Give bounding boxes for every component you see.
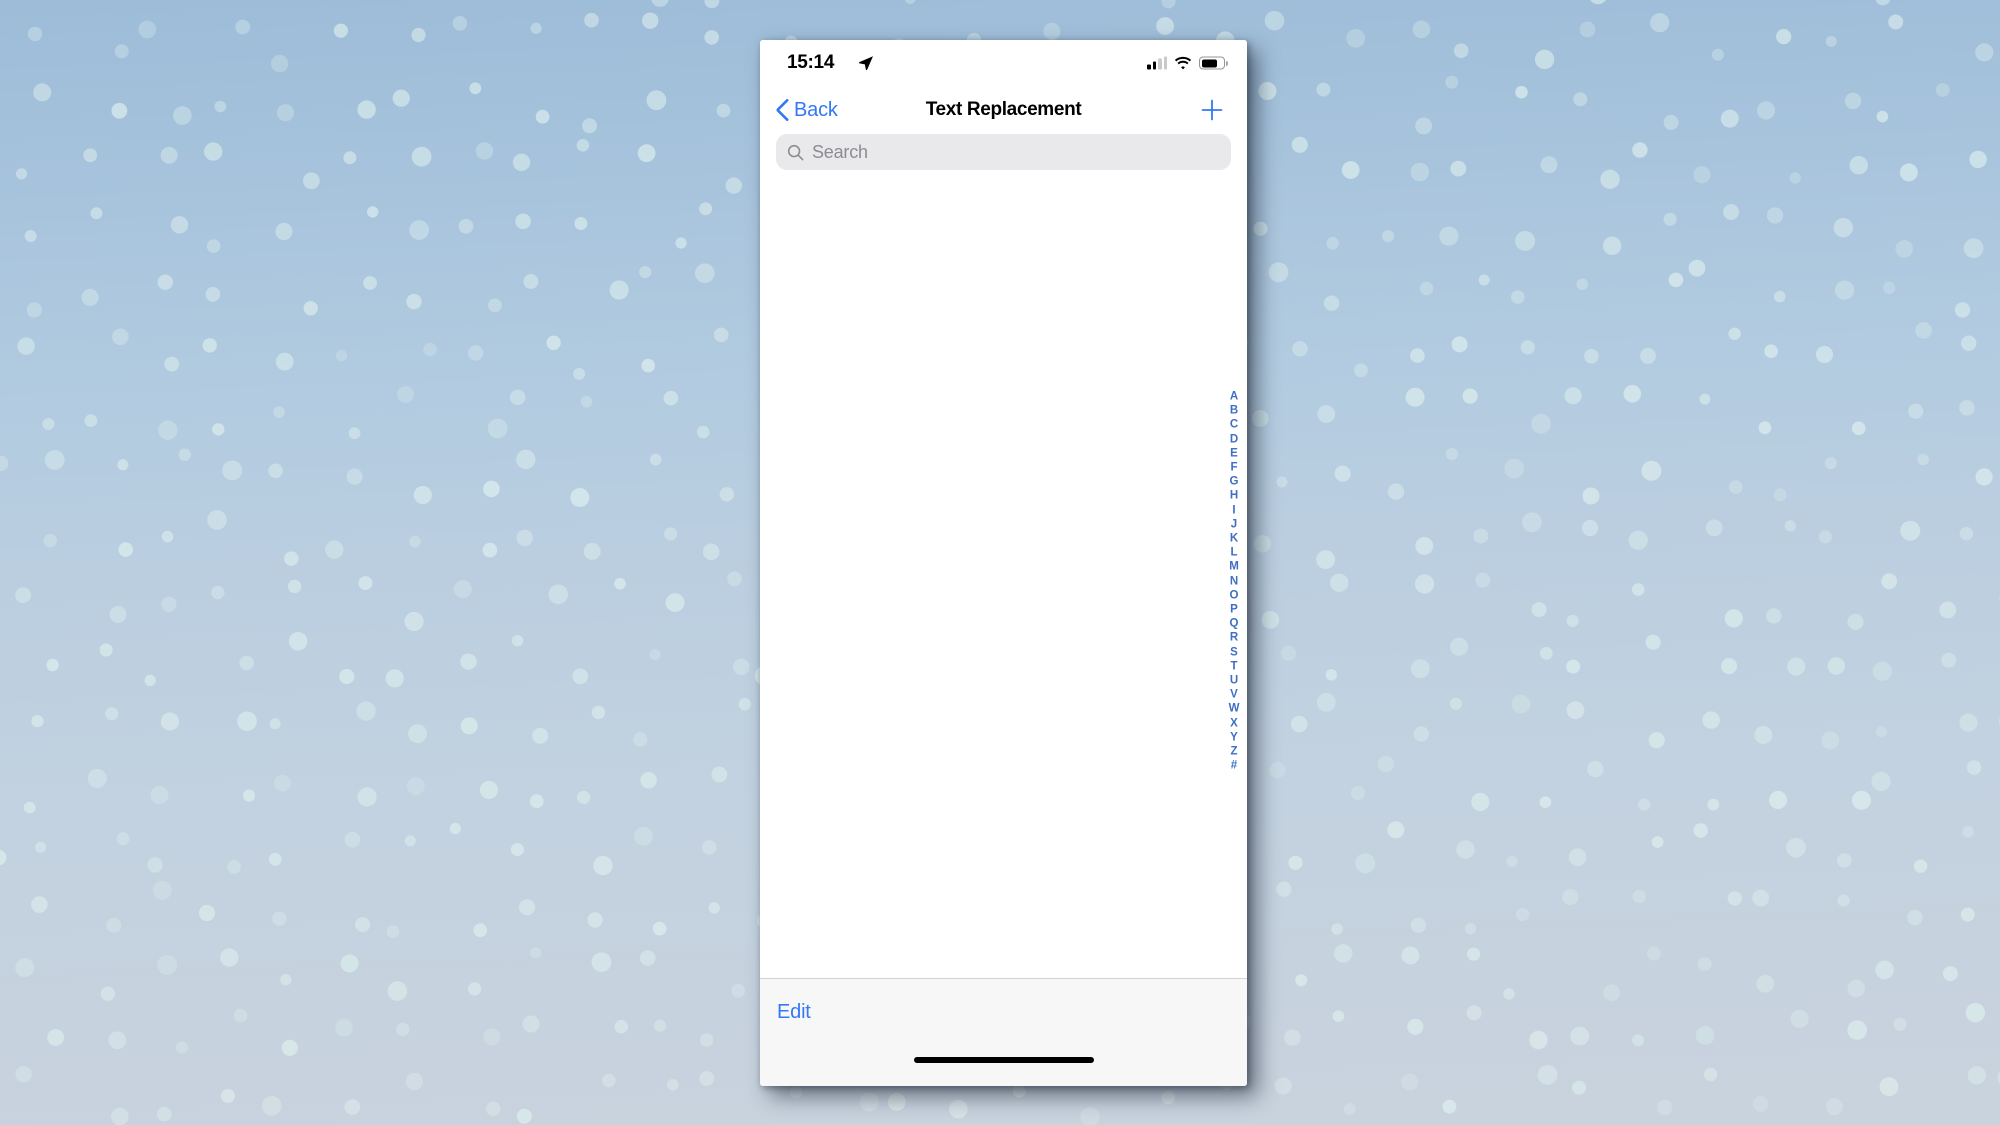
section-index-letter[interactable]: Y — [1227, 730, 1241, 744]
section-index-letter[interactable]: Z — [1227, 744, 1241, 758]
status-bar: 15:14 — [760, 40, 1247, 86]
plus-icon — [1201, 99, 1223, 121]
section-index-letter[interactable]: E — [1227, 446, 1241, 460]
back-button-label: Back — [794, 98, 838, 121]
section-index-letter[interactable]: U — [1227, 673, 1241, 687]
location-arrow-icon — [859, 56, 873, 71]
search-bar-container: Search — [760, 134, 1247, 184]
section-index-letter[interactable]: Q — [1227, 617, 1241, 631]
phone-screen: 15:14 Back Text Replacement Search A B C… — [760, 40, 1247, 1086]
section-index-letter[interactable]: X — [1227, 716, 1241, 730]
home-indicator[interactable] — [913, 1057, 1094, 1063]
search-placeholder: Search — [812, 141, 868, 162]
wifi-icon — [1174, 56, 1192, 70]
navigation-bar: Back Text Replacement — [760, 86, 1247, 134]
section-index-letter[interactable]: L — [1227, 545, 1241, 559]
text-replacement-list: A B C D E F G H I J K L M N O P Q R S T U V W X Y Z # — [760, 184, 1247, 978]
status-bar-indicators — [1147, 56, 1225, 70]
section-index-letter[interactable]: W — [1227, 702, 1241, 716]
section-index-scrubber[interactable]: A B C D E F G H I J K L M N O P Q R S T U V W X Y Z # — [1227, 389, 1241, 772]
bottom-toolbar: Edit — [760, 978, 1247, 1046]
section-index-letter[interactable]: I — [1227, 503, 1241, 517]
section-index-letter[interactable]: N — [1227, 574, 1241, 588]
section-index-letter[interactable]: C — [1227, 418, 1241, 432]
section-index-letter[interactable]: M — [1227, 560, 1241, 574]
home-indicator-area — [760, 1046, 1247, 1086]
section-index-letter[interactable]: V — [1227, 688, 1241, 702]
section-index-letter[interactable]: O — [1227, 588, 1241, 602]
chevron-left-icon — [776, 99, 789, 121]
edit-button[interactable]: Edit — [777, 1001, 811, 1024]
section-index-letter[interactable]: A — [1227, 389, 1241, 403]
section-index-letter[interactable]: R — [1227, 631, 1241, 645]
section-index-letter[interactable]: # — [1227, 759, 1241, 773]
section-index-letter[interactable]: T — [1227, 659, 1241, 673]
section-index-letter[interactable]: G — [1227, 474, 1241, 488]
section-index-letter[interactable]: K — [1227, 531, 1241, 545]
section-index-letter[interactable]: B — [1227, 403, 1241, 417]
add-button[interactable] — [1197, 95, 1227, 125]
search-icon — [787, 144, 804, 160]
section-index-letter[interactable]: F — [1227, 460, 1241, 474]
section-index-letter[interactable]: P — [1227, 602, 1241, 616]
status-bar-time: 15:14 — [787, 52, 835, 73]
section-index-letter[interactable]: J — [1227, 517, 1241, 531]
battery-icon — [1199, 56, 1225, 70]
cellular-signal-icon — [1147, 56, 1167, 70]
section-index-letter[interactable]: D — [1227, 432, 1241, 446]
section-index-letter[interactable]: H — [1227, 489, 1241, 503]
search-input[interactable]: Search — [776, 134, 1231, 170]
page-title: Text Replacement — [925, 99, 1082, 120]
back-button[interactable]: Back — [776, 99, 838, 122]
desktop-wallpaper: 15:14 Back Text Replacement Search A B C… — [0, 0, 2000, 1125]
section-index-letter[interactable]: S — [1227, 645, 1241, 659]
